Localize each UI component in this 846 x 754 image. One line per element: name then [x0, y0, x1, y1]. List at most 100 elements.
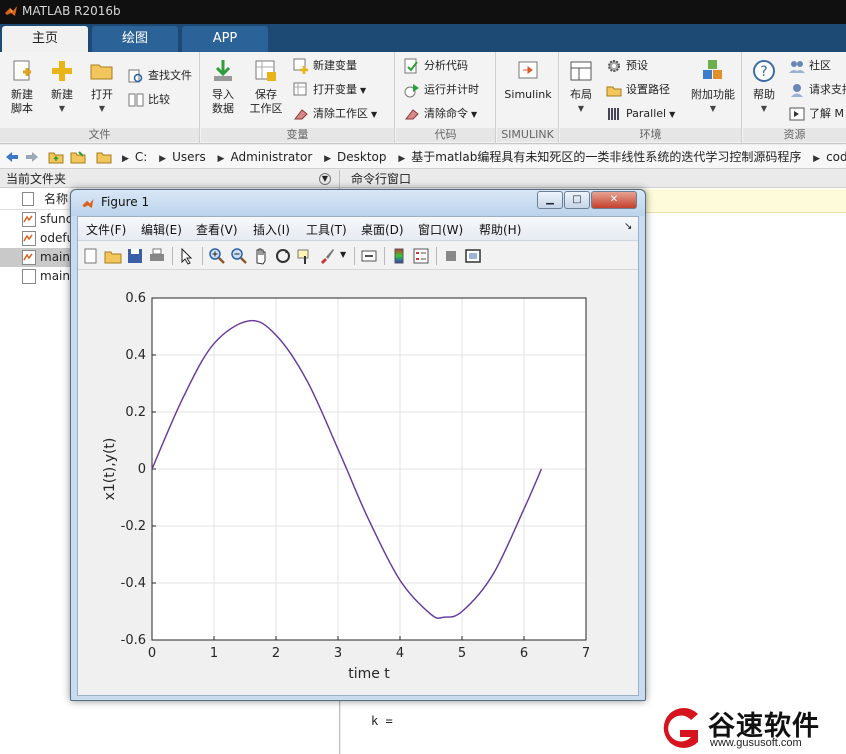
zoom-in-icon[interactable] — [208, 247, 226, 265]
crumb-users[interactable]: Users — [172, 150, 206, 164]
menu-desktop[interactable]: 桌面(D) — [361, 221, 404, 238]
learn-matlab-button[interactable]: 了解 M — [789, 104, 844, 124]
new-script-button[interactable]: 新建 脚本 — [3, 56, 41, 128]
pan-hand-icon[interactable] — [252, 247, 270, 265]
chevron-down-icon: ▼ — [471, 110, 478, 119]
ribbon: 新建 脚本 新建 ▼ 打开 ▼ 查找文件 比较 文件 导入 数据 保存 工作区 … — [0, 52, 846, 144]
request-support-button[interactable]: 请求支持 — [789, 80, 846, 100]
open-button[interactable]: 打开 ▼ — [83, 56, 121, 128]
forward-arrow-icon[interactable] — [24, 149, 40, 165]
back-arrow-icon[interactable] — [4, 149, 20, 165]
save-workspace-icon — [255, 60, 276, 81]
clear-commands-button[interactable]: 清除命令 ▼ — [404, 104, 477, 124]
chevron-right-icon: ▶ — [813, 154, 821, 164]
chevron-down-icon: ▼ — [669, 110, 676, 119]
link-plot-icon[interactable] — [360, 247, 378, 265]
menu-file[interactable]: 文件(F) — [86, 221, 126, 238]
group-label-environment: 环境 — [560, 128, 741, 142]
compare-icon — [128, 93, 144, 107]
maximize-button[interactable]: □ — [564, 191, 590, 209]
tab-apps[interactable]: APP — [182, 26, 268, 52]
x-tick-label: 7 — [582, 646, 590, 661]
show-plot-tools-icon[interactable] — [464, 247, 482, 265]
group-variable: 导入 数据 保存 工作区 新建变量 打开变量 ▼ 清除工作区 ▼ 变量 — [201, 52, 395, 144]
menu-edit[interactable]: 编辑(E) — [141, 221, 182, 238]
matlab-logo-icon — [5, 6, 17, 16]
parallel-icon — [608, 108, 619, 120]
close-button[interactable]: ✕ — [591, 191, 637, 209]
browse-folder-icon[interactable] — [70, 149, 86, 165]
tab-plots[interactable]: 绘图 — [92, 26, 178, 52]
find-files-button[interactable]: 查找文件 — [128, 66, 192, 86]
watermark: 谷速软件 www.gususoft.com — [644, 700, 846, 754]
file-icon — [22, 269, 36, 284]
simulink-button[interactable]: Simulink — [501, 56, 555, 128]
layout-button[interactable]: 布局 ▼ — [562, 56, 600, 128]
crumb-code[interactable]: code — [826, 150, 846, 164]
analyze-code-icon — [404, 58, 418, 74]
figure-title-bar[interactable]: Figure 1 ▁ □ ✕ — [71, 190, 645, 216]
group-label-simulink: SIMULINK — [497, 128, 558, 142]
preferences-button[interactable]: 预设 — [606, 56, 648, 76]
figure-menu-bar: 文件(F) 编辑(E) 查看(V) 插入(I) 工具(T) 桌面(D) 窗口(W… — [78, 217, 638, 241]
open-variable-button[interactable]: 打开变量 ▼ — [293, 80, 366, 100]
analyze-code-button[interactable]: 分析代码 — [404, 56, 468, 76]
help-button[interactable]: ? 帮助 ▼ — [745, 56, 783, 128]
colorbar-icon[interactable] — [390, 247, 408, 265]
save-icon[interactable] — [126, 247, 144, 265]
crumb-drive[interactable]: C: — [135, 150, 147, 164]
hide-plot-tools-icon[interactable] — [442, 247, 460, 265]
dock-arrow-icon[interactable]: ↘ — [624, 221, 632, 232]
figure-window[interactable]: Figure 1 ▁ □ ✕ 文件(F) 编辑(E) 查看(V) 插入(I) 工… — [70, 189, 646, 701]
add-ons-button[interactable]: 附加功能 ▼ — [688, 56, 738, 128]
import-data-button[interactable]: 导入 数据 — [204, 56, 242, 128]
menu-insert[interactable]: 插入(I) — [253, 221, 290, 238]
print-icon[interactable] — [148, 247, 166, 265]
crumb-administrator[interactable]: Administrator — [230, 150, 312, 164]
menu-window[interactable]: 窗口(W) — [418, 221, 463, 238]
x-tick-label: 6 — [520, 646, 528, 661]
panel-menu-button[interactable]: ▼ — [319, 173, 331, 185]
open-file-icon[interactable] — [104, 247, 122, 265]
tab-home[interactable]: 主页 — [2, 26, 88, 52]
plot-area[interactable]: 0 1 2 3 4 5 6 7 -0.6 -0.4 -0.2 0 0.2 0.4 0.6 time t x1… — [78, 271, 638, 695]
minimize-button[interactable]: ▁ — [537, 191, 563, 209]
menu-view[interactable]: 查看(V) — [196, 221, 238, 238]
ribbon-tabs: 主页 绘图 APP — [0, 24, 846, 52]
folder-icon — [96, 152, 112, 164]
crumb-project[interactable]: 基于matlab编程具有未知死区的一类非线性系统的迭代学习控制源码程序 — [411, 150, 801, 164]
set-path-button[interactable]: 设置路径 — [606, 80, 670, 100]
pointer-arrow-icon[interactable] — [178, 247, 196, 265]
figure-client-area: 文件(F) 编辑(E) 查看(V) 插入(I) 工具(T) 桌面(D) 窗口(W… — [77, 216, 639, 696]
support-icon — [791, 84, 803, 97]
data-cursor-icon[interactable] — [296, 247, 314, 265]
run-and-time-button[interactable]: 运行并计时 — [404, 80, 479, 100]
mfile-icon — [22, 250, 36, 265]
chevron-down-icon[interactable]: ▼ — [340, 250, 346, 259]
menu-help[interactable]: 帮助(H) — [479, 221, 521, 238]
clear-workspace-button[interactable]: 清除工作区 ▼ — [293, 104, 377, 124]
menu-tools[interactable]: 工具(T) — [306, 221, 347, 238]
panel-title: 命令行窗口 — [351, 172, 412, 186]
brush-icon[interactable] — [318, 247, 336, 265]
x-tick-label: 4 — [396, 646, 404, 661]
legend-icon[interactable] — [412, 247, 430, 265]
x-tick-label: 2 — [272, 646, 280, 661]
new-variable-button[interactable]: 新建变量 — [293, 56, 357, 76]
save-workspace-button[interactable]: 保存 工作区 — [245, 56, 287, 128]
parallel-button[interactable]: Parallel ▼ — [606, 104, 675, 124]
chevron-down-icon: ▼ — [760, 104, 768, 113]
clear-workspace-icon — [293, 109, 308, 120]
layout-icon — [570, 61, 592, 81]
crumb-desktop[interactable]: Desktop — [337, 150, 387, 164]
new-button[interactable]: 新建 ▼ — [43, 56, 81, 128]
up-folder-icon[interactable] — [48, 149, 64, 165]
compare-button[interactable]: 比较 — [128, 90, 170, 110]
zoom-out-icon[interactable] — [230, 247, 248, 265]
new-figure-icon[interactable] — [82, 247, 100, 265]
chevron-right-icon: ▶ — [122, 154, 129, 164]
community-button[interactable]: 社区 — [789, 56, 831, 76]
chevron-down-icon: ▼ — [58, 104, 66, 113]
rotate-3d-icon[interactable] — [274, 247, 292, 265]
panel-title: 当前文件夹 — [6, 172, 67, 186]
